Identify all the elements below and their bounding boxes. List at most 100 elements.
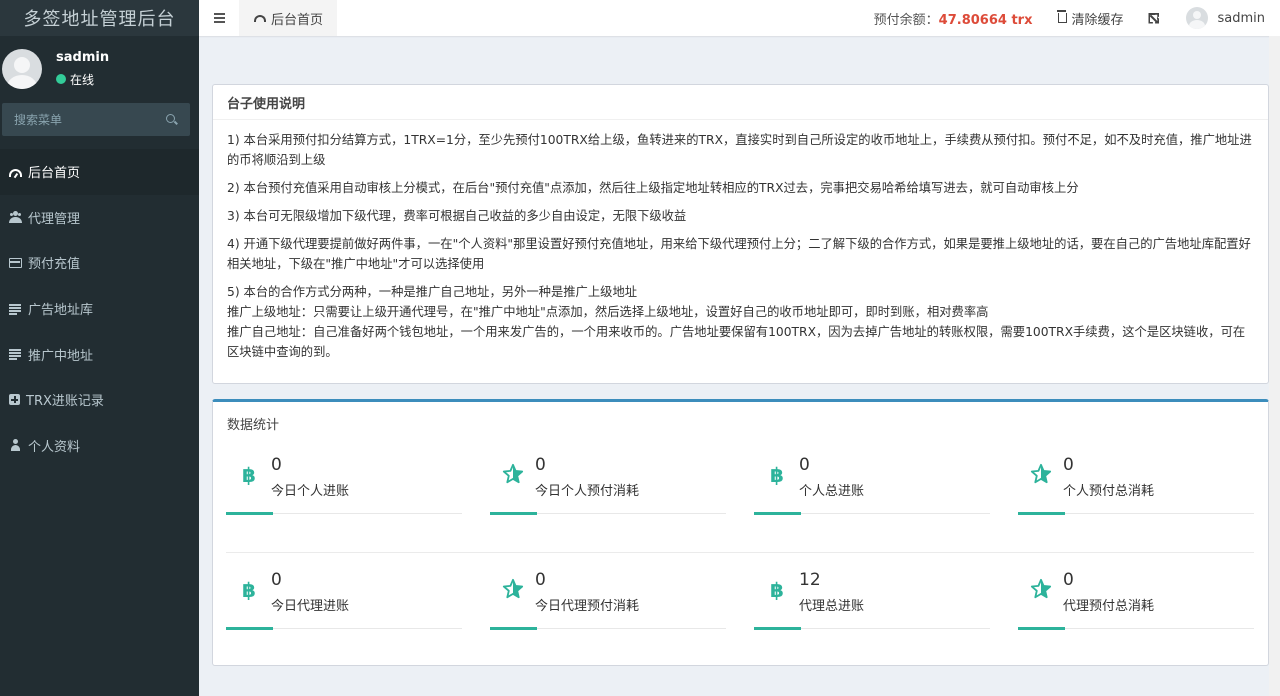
dashboard-icon [254, 14, 266, 22]
stat-value: 0 [271, 455, 282, 475]
stat-value: 0 [1063, 455, 1074, 475]
tab-label: 后台首页 [271, 12, 324, 28]
svg-text:฿: ฿ [770, 578, 784, 601]
star-icon [502, 463, 524, 484]
bitcoin-icon: ฿ [242, 463, 256, 486]
instruction-text: 5) 本台的合作方式分两种，一种是推广自己地址，另外一种是推广上级地址 [227, 285, 638, 299]
user-icon [9, 439, 22, 452]
svg-text:฿: ฿ [242, 578, 256, 601]
fullscreen-icon[interactable] [1148, 13, 1159, 24]
credit-card-icon [9, 258, 22, 269]
sidebar: 多签地址管理后台 sadmin 在线 后台首页 代理管理 预付充值 广告 [0, 0, 199, 696]
search-icon[interactable] [166, 113, 178, 126]
instruction-text: 3) 本台可无限级增加下级代理，费率可根据自己收益的多少自由设定，无限下级收益 [227, 209, 687, 223]
usage-instructions-box: 台子使用说明 1) 本台采用预付扣分结算方式，1TRX=1分，至少先预付100T… [212, 84, 1269, 384]
top-navbar: 后台首页 预付余额：47.80664 trx 清除缓存 sadmin [199, 0, 1280, 36]
instruction-paragraph: 1) 本台采用预付扣分结算方式，1TRX=1分，至少先预付100TRX给上级，鱼… [227, 130, 1254, 170]
avatar [2, 48, 42, 89]
star-icon [1030, 463, 1052, 484]
instruction-paragraph: 5) 本台的合作方式分两种，一种是推广自己地址，另外一种是推广上级地址 推广上级… [227, 282, 1254, 362]
avatar[interactable] [1186, 7, 1209, 29]
star-icon [1030, 578, 1052, 599]
bitcoin-icon: ฿ [770, 463, 784, 486]
list-icon [9, 303, 22, 315]
brand-logo[interactable]: 多签地址管理后台 [0, 0, 199, 36]
bitcoin-icon: ฿ [770, 578, 784, 601]
stat-value: 0 [535, 455, 546, 475]
sidebar-item-profile[interactable]: 个人资料 [0, 423, 199, 469]
instruction-text: 推广上级地址：只需要让上级开通代理号，在"推广中地址"点添加，然后选择上级地址，… [227, 305, 989, 319]
sidebar-item-label: 后台首页 [28, 166, 81, 182]
sidebar-item-promoting-addresses[interactable]: 推广中地址 [0, 331, 199, 377]
instruction-paragraph: 4) 开通下级代理要提前做好两件事，一在"个人资料"那里设置好预付充值地址，用来… [227, 234, 1254, 274]
sidebar-item-label: TRX进账记录 [26, 394, 104, 410]
stat-card: 0 今日代理预付消耗 [490, 567, 726, 630]
stat-value: 12 [799, 570, 821, 590]
stat-value: 0 [271, 570, 282, 590]
stat-label: 今日个人预付消耗 [535, 484, 640, 499]
status-text: 在线 [70, 72, 95, 87]
user-status: 在线 [56, 71, 109, 88]
instruction-paragraph: 3) 本台可无限级增加下级代理，费率可根据自己收益的多少自由设定，无限下级收益 [227, 206, 1254, 226]
trash-icon [1057, 10, 1068, 23]
star-icon [502, 578, 524, 599]
instruction-text: 4) 开通下级代理要提前做好两件事，一在"个人资料"那里设置好预付充值地址，用来… [227, 237, 1251, 271]
user-panel: sadmin 在线 [0, 36, 199, 101]
stat-label: 今日代理预付消耗 [535, 599, 640, 614]
scrollbar[interactable] [1269, 36, 1280, 696]
sidebar-item-label: 广告地址库 [28, 303, 94, 319]
header-username[interactable]: sadmin [1217, 11, 1265, 26]
balance-label: 预付余额： [873, 12, 939, 28]
instructions-body: 1) 本台采用预付扣分结算方式，1TRX=1分，至少先预付100TRX给上级，鱼… [213, 120, 1268, 362]
search-input[interactable] [14, 112, 154, 127]
stat-label: 今日代理进账 [271, 599, 350, 614]
sidebar-menu: 后台首页 代理管理 预付充值 广告地址库 推广中地址 TRX进账记录 个人资料 [0, 149, 199, 468]
list-icon [9, 348, 22, 361]
sidebar-item-dashboard[interactable]: 后台首页 [0, 149, 199, 195]
sidebar-item-agents[interactable]: 代理管理 [0, 195, 199, 241]
box-title: 台子使用说明 [213, 85, 1268, 120]
bitcoin-icon: ฿ [242, 578, 256, 601]
stat-card: 0 代理预付总消耗 [1018, 567, 1254, 630]
instruction-text: 2) 本台预付充值采用自动审核上分模式，在后台"预付充值"点添加，然后往上级指定… [227, 181, 1079, 195]
svg-text:฿: ฿ [242, 463, 256, 486]
sidebar-item-label: 代理管理 [28, 211, 81, 227]
stat-value: 0 [535, 570, 546, 590]
stat-card: 0 个人预付总消耗 [1018, 452, 1254, 515]
hamburger-icon [213, 17, 225, 19]
plus-square-icon [9, 394, 20, 406]
users-icon [9, 211, 22, 224]
statistics-box: 数据统计 ฿ 0 今日个人进账 0 今日个人预付消耗 ฿ 0 个人总进账 0 个… [212, 399, 1269, 666]
stat-card: ฿ 12 代理总进账 [754, 567, 990, 630]
online-status-icon [56, 74, 66, 84]
sidebar-item-label: 个人资料 [28, 439, 81, 455]
sidebar-item-label: 推广中地址 [28, 348, 94, 364]
balance-value: 47.80664 trx [938, 12, 1033, 28]
stat-card: 0 今日个人预付消耗 [490, 452, 726, 515]
clear-cache-label: 清除缓存 [1071, 12, 1124, 28]
sidebar-item-prepay[interactable]: 预付充值 [0, 240, 199, 286]
stat-value: 0 [1063, 570, 1074, 590]
sidebar-item-trx-records[interactable]: TRX进账记录 [0, 377, 199, 423]
sidebar-toggle-button[interactable] [199, 0, 239, 36]
stat-label: 代理预付总消耗 [1063, 599, 1155, 614]
sidebar-item-ad-addresses[interactable]: 广告地址库 [0, 286, 199, 332]
prepaid-balance: 预付余额：47.80664 trx [874, 9, 1033, 28]
stat-card: ฿ 0 今日个人进账 [226, 452, 462, 515]
instruction-text: 推广自己地址：自己准备好两个钱包地址，一个用来发广告的，一个用来收币的。广告地址… [227, 325, 1246, 359]
dashboard-icon [9, 168, 22, 177]
stat-label: 代理总进账 [799, 599, 865, 614]
stat-card: ฿ 0 今日代理进账 [226, 567, 462, 630]
stat-label: 个人预付总消耗 [1063, 484, 1155, 499]
sidebar-search [2, 103, 190, 136]
stat-value: 0 [799, 455, 810, 475]
clear-cache-button[interactable]: 清除缓存 [1057, 9, 1124, 28]
instruction-text: 1) 本台采用预付扣分结算方式，1TRX=1分，至少先预付100TRX给上级，鱼… [227, 133, 1252, 167]
sidebar-item-label: 预付充值 [28, 257, 81, 273]
box-title: 数据统计 [227, 418, 280, 433]
svg-text:฿: ฿ [770, 463, 784, 486]
stat-card: ฿ 0 个人总进账 [754, 452, 990, 515]
tab-dashboard[interactable]: 后台首页 [239, 0, 338, 36]
divider [226, 552, 1254, 553]
user-name: sadmin [56, 49, 110, 65]
